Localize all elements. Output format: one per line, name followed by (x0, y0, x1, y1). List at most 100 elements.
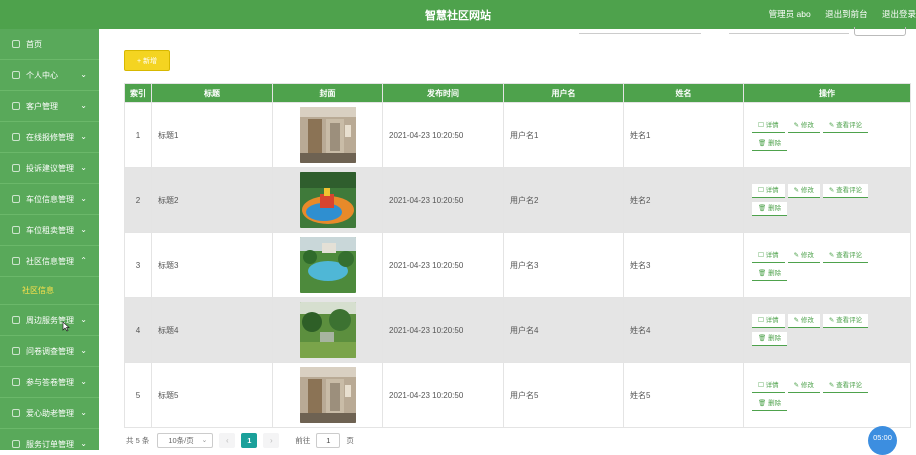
cell-time: 2021-04-23 10:20:50 (382, 297, 504, 363)
column-header[interactable]: 姓名 (623, 83, 744, 103)
sidebar-item-elderly-care[interactable]: 爱心助老管理 ⌄ (0, 398, 99, 429)
goto-page-input[interactable]: 1 (316, 432, 341, 448)
cover-image-pool-garden[interactable] (299, 237, 356, 293)
cell-time: 2021-04-23 10:20:50 (382, 102, 504, 168)
detail-button[interactable]: ☐ 详情 (752, 119, 785, 133)
chevron-down-icon: ⌄ (201, 436, 208, 444)
detail-button[interactable]: ☐ 详情 (752, 314, 785, 328)
cover-image-playground[interactable] (299, 172, 356, 228)
detail-button[interactable]: ☐ 详情 (752, 184, 785, 198)
sidebar-item-parking-rent[interactable]: 车位租卖管理 ⌄ (0, 215, 99, 246)
delete-button[interactable]: 🗑 删除 (752, 397, 788, 411)
chevron-down-icon: ⌄ (80, 225, 87, 234)
detail-button[interactable]: ☐ 详情 (752, 249, 785, 263)
column-header[interactable]: 标题 (151, 83, 273, 103)
sidebar-item-profile[interactable]: 个人中心 ⌄ (0, 60, 99, 91)
sidebar-item-label: 爱心助老管理 (26, 408, 74, 418)
edit-button[interactable]: ✎ 修改 (787, 249, 820, 263)
chevron-down-icon: ⌄ (80, 163, 87, 172)
comments-button[interactable]: ✎ 查看评论 (822, 379, 869, 393)
cell-username: 用户名5 (503, 362, 624, 428)
prev-page-button[interactable]: ‹ (219, 432, 236, 448)
sidebar-item-customers[interactable]: 客户管理 ⌄ (0, 91, 99, 122)
detail-button[interactable]: ☐ 详情 (752, 379, 785, 393)
cover-image-elevator-lobby[interactable] (299, 367, 356, 423)
add-button[interactable]: + 新增 (124, 50, 170, 71)
comments-button[interactable]: ✎ 查看评论 (822, 249, 869, 263)
sidebar-item-label: 社区信息管理 (26, 256, 74, 266)
cell-time: 2021-04-23 10:20:50 (382, 232, 504, 298)
top-header: 智慧社区网站 管理员 abo 退出到前台 退出登录 (0, 0, 916, 29)
sidebar-item-community-info[interactable]: 社区信息管理 ⌃ (0, 246, 99, 277)
cell-cover (272, 297, 383, 363)
column-header[interactable]: 操作 (743, 83, 911, 103)
column-header[interactable]: 用户名 (503, 83, 624, 103)
grid-icon (12, 316, 20, 324)
cell-index: 3 (124, 232, 152, 298)
chevron-down-icon: ⌄ (80, 346, 87, 355)
cell-name: 姓名4 (623, 297, 744, 363)
delete-button[interactable]: 🗑 删除 (752, 202, 788, 216)
cell-index: 2 (124, 167, 152, 233)
chevron-up-icon: ⌃ (80, 256, 87, 265)
next-page-button[interactable]: › (263, 432, 280, 448)
cell-cover (272, 362, 383, 428)
main-content: + 新增 索引 标题 封面 发布时间 用户名 姓名 操作 1 标题1 2021-… (99, 27, 916, 450)
cell-cover (272, 232, 383, 298)
sidebar-item-label: 个人中心 (26, 70, 58, 80)
edit-button[interactable]: ✎ 修改 (787, 379, 820, 393)
sidebar-item-label: 首页 (26, 39, 42, 49)
sidebar-subitem-community-info[interactable]: 社区信息 (0, 277, 99, 305)
cell-index: 4 (124, 297, 152, 363)
edit-button[interactable]: ✎ 修改 (787, 314, 820, 328)
grid-icon (12, 133, 20, 141)
chevron-down-icon: ⌄ (80, 194, 87, 203)
edit-button[interactable]: ✎ 修改 (787, 119, 820, 133)
delete-button[interactable]: 🗑 删除 (752, 267, 788, 281)
admin-label: 管理员 abo (768, 9, 811, 19)
sidebar-item-surveys[interactable]: 问卷调查管理 ⌄ (0, 336, 99, 367)
sidebar-item-parking-info[interactable]: 车位信息管理 ⌄ (0, 184, 99, 215)
cover-image-elevator-lobby[interactable] (299, 107, 356, 163)
table-row: 4 标题4 2021-04-23 10:20:50 用户名4 姓名4 ☐ 详情 ✎… (124, 297, 911, 363)
page-number-current[interactable]: 1 (241, 432, 258, 448)
comments-button[interactable]: ✎ 查看评论 (822, 314, 869, 328)
gear-icon (12, 409, 20, 417)
cell-index: 5 (124, 362, 152, 428)
cell-username: 用户名3 (503, 232, 624, 298)
data-table: 索引 标题 封面 发布时间 用户名 姓名 操作 1 标题1 2021-04-23… (124, 83, 911, 428)
page-size-select[interactable]: 10条/页 ⌄ (157, 432, 214, 448)
search-input-underline (729, 33, 849, 34)
cell-name: 姓名1 (623, 102, 744, 168)
back-to-front-link[interactable]: 退出到前台 (825, 9, 868, 19)
comments-button[interactable]: ✎ 查看评论 (822, 184, 869, 198)
cell-title: 标题4 (151, 297, 273, 363)
logout-link[interactable]: 退出登录 (882, 9, 916, 19)
delete-button[interactable]: 🗑 删除 (752, 332, 788, 346)
cell-actions: ☐ 详情 ✎ 修改 ✎ 查看评论 🗑 删除 (743, 167, 911, 233)
cell-title: 标题1 (151, 102, 273, 168)
sidebar-item-answers[interactable]: 参与答卷管理 ⌄ (0, 367, 99, 398)
sidebar-item-nearby-services[interactable]: 周边服务管理 ⌄ (0, 305, 99, 336)
sidebar-item-orders[interactable]: 服务订单管理 ⌄ (0, 429, 99, 450)
sidebar-item-label: 客户管理 (26, 101, 58, 111)
delete-button[interactable]: 🗑 删除 (752, 137, 788, 151)
comments-button[interactable]: ✎ 查看评论 (822, 119, 869, 133)
chevron-down-icon: ⌄ (80, 101, 87, 110)
sidebar-item-home[interactable]: 首页 (0, 29, 99, 60)
column-header[interactable]: 发布时间 (382, 83, 504, 103)
sidebar-item-repairs[interactable]: 在线报修管理 ⌄ (0, 122, 99, 153)
sidebar: 首页 个人中心 ⌄ 客户管理 ⌄ 在线报修管理 ⌄ 投诉建议管理 ⌄ 车位信息管理 ⌄ 车… (0, 29, 99, 450)
cell-actions: ☐ 详情 ✎ 修改 ✎ 查看评论 🗑 删除 (743, 232, 911, 298)
cell-actions: ☐ 详情 ✎ 修改 ✎ 查看评论 🗑 删除 (743, 362, 911, 428)
column-header[interactable]: 索引 (124, 83, 152, 103)
edit-button[interactable]: ✎ 修改 (787, 184, 820, 198)
cell-username: 用户名1 (503, 102, 624, 168)
table-row: 5 标题5 2021-04-23 10:20:50 用户名5 姓名5 ☐ 详情 ✎… (124, 362, 911, 428)
cover-image-garden[interactable] (299, 302, 356, 358)
column-header[interactable]: 封面 (272, 83, 383, 103)
chevron-down-icon: ⌄ (80, 377, 87, 386)
cell-actions: ☐ 详情 ✎ 修改 ✎ 查看评论 🗑 删除 (743, 102, 911, 168)
timer-badge[interactable]: 05:00 (868, 426, 897, 455)
sidebar-item-complaints[interactable]: 投诉建议管理 ⌄ (0, 153, 99, 184)
